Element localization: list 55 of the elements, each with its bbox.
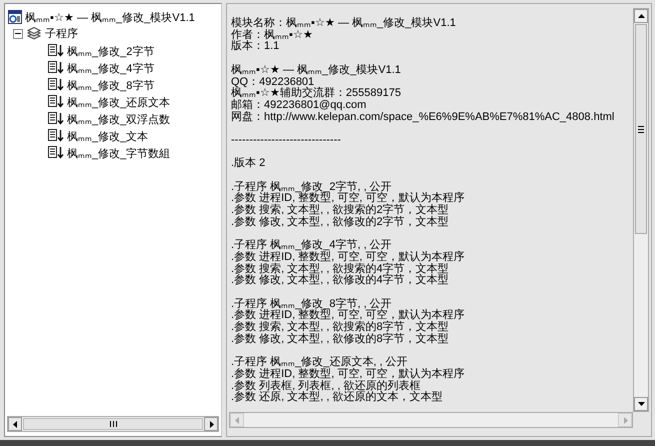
tree-item[interactable]: 枫ₘₘ_修改_4字节 xyxy=(67,60,154,76)
text-line: ------------------------------ xyxy=(231,135,342,147)
text-line: 网盘：http://www.kelepan.com/space_%E6%9E%AB%E7%81%AC_4808.html xyxy=(231,112,616,124)
text-line: .参数 修改, 文本型, , 欲修改的4字节，文本型 xyxy=(231,275,450,288)
text-line: .参数 搜索, 文本型, , 欲搜索的8字节，文本型 xyxy=(231,322,450,334)
document-arrow-icon xyxy=(48,129,64,142)
grip-icon xyxy=(110,421,116,427)
document-arrow-icon xyxy=(48,95,64,108)
module-icon xyxy=(8,10,22,24)
text-line: .子程序 枫ₘₘ_修改_4字节, , 公开 xyxy=(231,240,393,252)
document-arrow-icon xyxy=(48,61,64,74)
down-arrow-icon xyxy=(638,402,644,406)
horizontal-scrollbar[interactable] xyxy=(7,416,219,432)
text-line: 作者：枫ₘₘ▪☆★ xyxy=(231,30,314,41)
tree-item[interactable]: 子程序 xyxy=(45,26,78,41)
right-arrow-icon xyxy=(622,416,628,424)
right-arrow-icon xyxy=(208,420,214,428)
text-line: 版本：1.1 xyxy=(231,41,280,54)
tree-item[interactable]: 枫ₘₘ_修改_2字节 xyxy=(67,42,154,58)
document-arrow-icon xyxy=(48,44,64,57)
text-line: .参数 进程ID, 整数型, 可空, 可空，默认为本程序 xyxy=(231,310,466,322)
text-line: .子程序 枫ₘₘ_修改_还原文本, , 公开 xyxy=(231,357,408,368)
text-line: .子程序 枫ₘₘ_修改_2字节, , 公开 xyxy=(231,182,393,193)
text-line: 枫ₘₘ▪☆★ — 枫ₘₘ_修改_模块V1.1 xyxy=(231,64,402,76)
grip-icon xyxy=(638,126,644,132)
tree-item[interactable]: 枫ₘₘ▪☆★ — 枫ₘₘ_修改_模块V1.1 xyxy=(25,8,195,24)
tree-item[interactable]: 枫ₘₘ_修改_双浮点数 xyxy=(67,110,170,126)
text-line: 邮箱：492236801@qq.com xyxy=(231,100,368,111)
vertical-scrollbar[interactable] xyxy=(633,8,649,412)
up-arrow-icon xyxy=(638,14,644,18)
document-arrow-icon xyxy=(48,112,64,125)
text-line: .参数 搜索, 文本型, , 欲搜索的2字节，文本型 xyxy=(231,205,450,216)
text-line: .参数 修改, 文本型, , 欲修改的2字节，文本型 xyxy=(231,216,450,229)
text-line: .版本 2 xyxy=(231,158,266,170)
left-arrow-icon xyxy=(234,416,240,424)
text-line: .子程序 枫ₘₘ_修改_8字节, , 公开 xyxy=(231,298,393,310)
document-arrow-icon xyxy=(48,78,64,91)
text-line: .参数 进程ID, 整数型, 可空, 可空，默认为本程序 xyxy=(231,368,466,380)
tree-item[interactable]: 枫ₘₘ_修改_文本 xyxy=(67,128,148,144)
text-line: .参数 进程ID, 整数型, 可空, 可空，默认为本程序 xyxy=(231,193,466,204)
tree-item[interactable]: 枫ₘₘ_修改_8字节 xyxy=(67,76,154,92)
document-arrow-icon xyxy=(48,146,64,159)
text-line: 模块名称：枫ₘₘ▪☆★ — 枫ₘₘ_修改_模块V1.1 xyxy=(231,18,457,29)
tree-item[interactable]: 枫ₘₘ_修改_还原文本 xyxy=(67,94,170,110)
text-line: .参数 进程ID, 整数型, 可空, 可空，默认为本程序 xyxy=(231,252,466,263)
text-line: .参数 还原, 文本型, , 欲还原的文本，文本型 xyxy=(231,392,444,404)
text-line: .参数 搜索, 文本型, , 欲搜索的4字节，文本型 xyxy=(231,264,450,275)
left-arrow-icon xyxy=(12,420,18,428)
text-line: .参数 修改, 文本型, , 欲修改的8字节，文本型 xyxy=(231,334,450,346)
collapse-icon[interactable] xyxy=(13,28,23,38)
stack-icon xyxy=(26,26,42,40)
text-line: QQ：492236801 xyxy=(231,76,314,88)
tree-item[interactable]: 枫ₘₘ_修改_字节数組 xyxy=(67,144,170,160)
text-line: 枫ₘₘ▪☆★辅助交流群：255589175 xyxy=(231,88,402,100)
text-line: .参数 列表框, 列表框, , 欲还原的列表框 xyxy=(231,380,420,392)
